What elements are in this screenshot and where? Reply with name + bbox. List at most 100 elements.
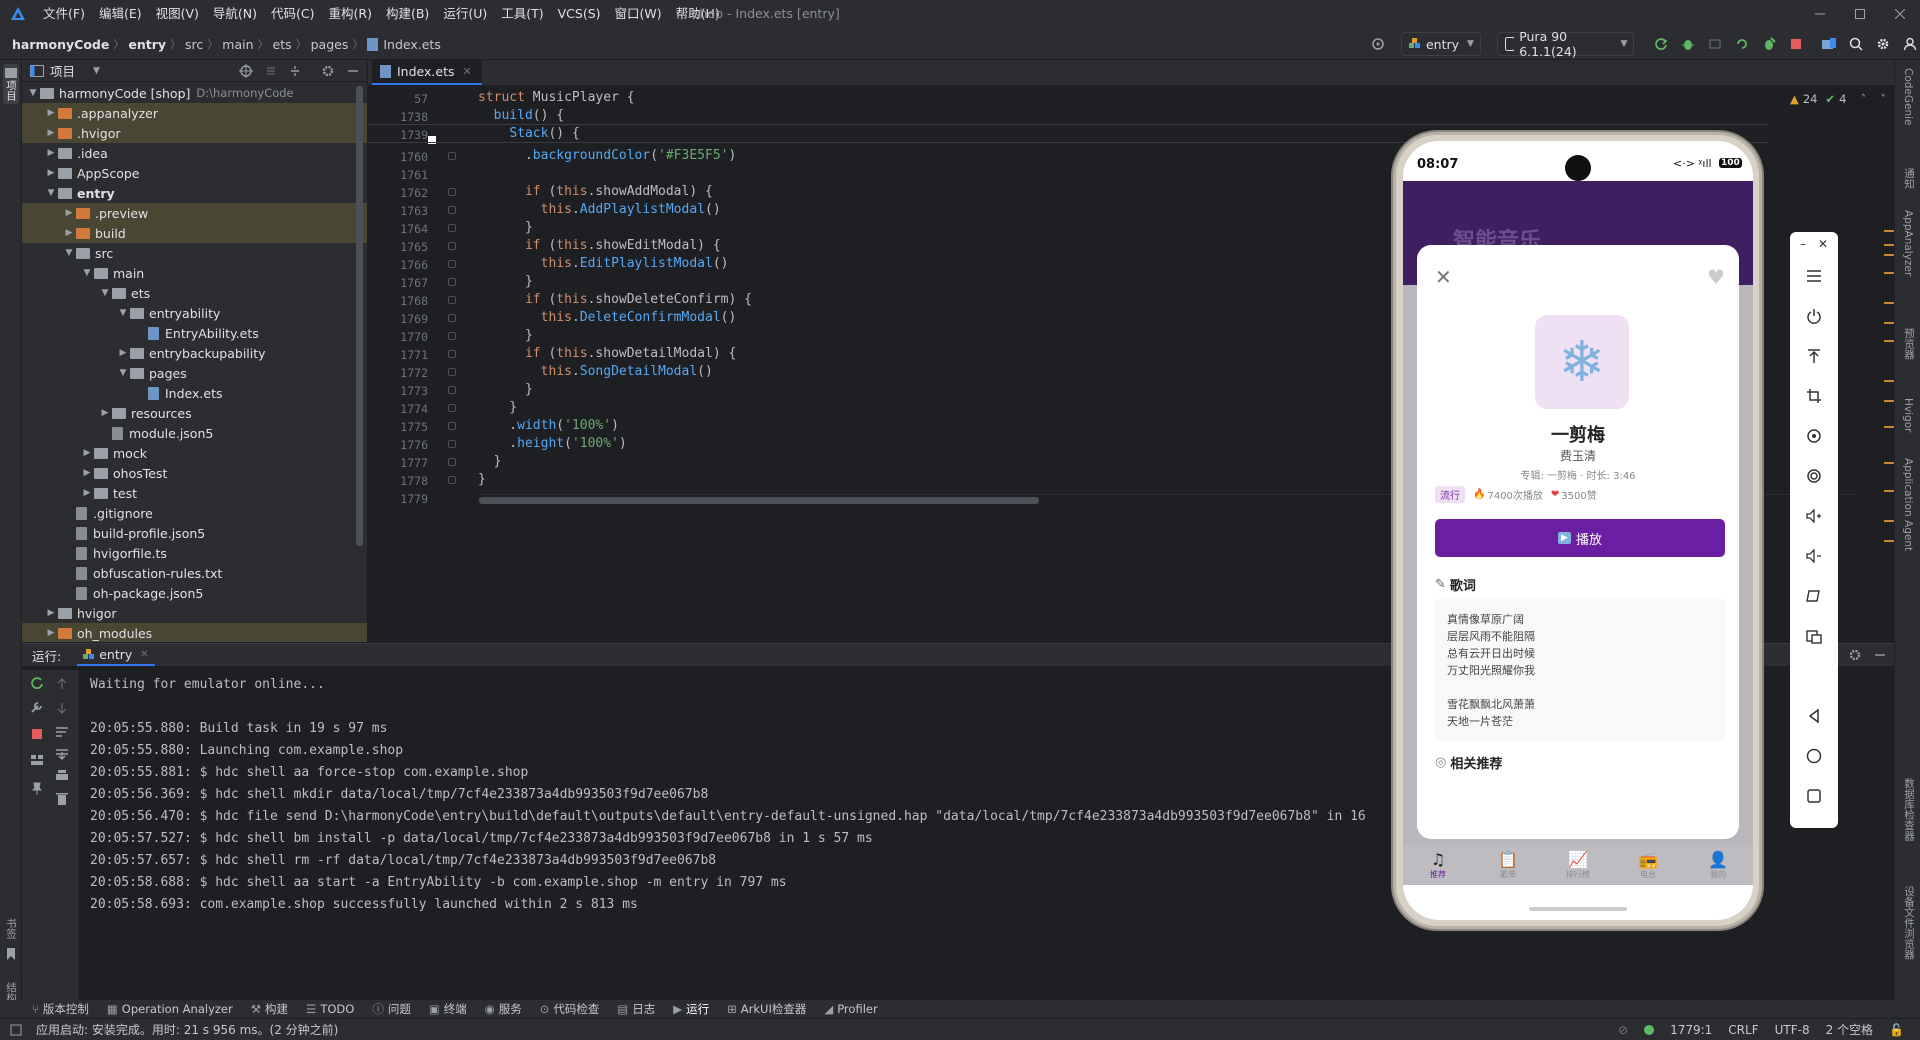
warning-stripe-mark[interactable]	[1884, 520, 1894, 522]
tree-item[interactable]: EntryAbility.ets	[22, 323, 367, 343]
tree-item[interactable]: .gitignore	[22, 503, 367, 523]
warning-stripe-mark[interactable]	[1884, 322, 1894, 324]
warning-stripe-mark[interactable]	[1884, 230, 1894, 232]
tree-item[interactable]: ▶ oh_modules	[22, 623, 367, 642]
attach-debugger-icon[interactable]	[1704, 32, 1725, 56]
gear-icon[interactable]	[321, 64, 335, 78]
line-separator[interactable]: CRLF	[1728, 1023, 1758, 1037]
menu-item[interactable]: 文件(F)	[36, 0, 92, 28]
locate-icon[interactable]	[239, 63, 253, 78]
tree-item[interactable]: ▶ mock	[22, 443, 367, 463]
warning-stripe-mark[interactable]	[1884, 540, 1894, 542]
menu-item[interactable]: 重构(R)	[322, 0, 379, 28]
status-message[interactable]: 应用启动: 安装完成。用时: 21 s 956 ms。(2 分钟之前)	[36, 1021, 338, 1038]
pin-icon[interactable]	[31, 782, 43, 796]
tool-window-button[interactable]: ▶ 运行	[673, 1001, 709, 1017]
phone-tab-2[interactable]: 📈 排行榜	[1543, 845, 1613, 885]
tool-window-button[interactable]: ▣ 终端	[429, 1001, 467, 1017]
tool-window-button[interactable]: ⚒ 构建	[251, 1001, 288, 1017]
fold-marker-icon[interactable]	[448, 404, 456, 412]
phone-tab-4[interactable]: 👤 我的	[1683, 845, 1753, 885]
warning-stripe-mark[interactable]	[1884, 426, 1894, 428]
search-icon[interactable]	[1845, 32, 1866, 56]
tree-item[interactable]: ▶ .idea	[22, 143, 367, 163]
fold-marker-icon[interactable]	[448, 476, 456, 484]
profile-icon[interactable]	[1758, 32, 1779, 56]
screen-record-icon[interactable]	[1790, 616, 1838, 656]
fold-marker-icon[interactable]	[448, 314, 456, 322]
maximize-button[interactable]	[1840, 0, 1880, 28]
right-stripe-notifications[interactable]: 通知	[1902, 168, 1917, 189]
home-icon[interactable]	[1790, 736, 1838, 776]
tree-item[interactable]: ▼ pages	[22, 363, 367, 383]
sync-status-icon[interactable]	[1644, 1024, 1655, 1035]
chevron-down-icon[interactable]: ˅	[1880, 92, 1886, 106]
breadcrumb-item[interactable]: ets	[273, 37, 292, 52]
crop-icon[interactable]	[1790, 376, 1838, 416]
indent-setting[interactable]: 2 个空格	[1826, 1021, 1873, 1038]
tool-window-button[interactable]: ◢ Profiler	[824, 1002, 877, 1016]
phone-tab-3[interactable]: 📻 电台	[1613, 845, 1683, 885]
tree-item[interactable]: ▶ hvigor	[22, 603, 367, 623]
close-window-button[interactable]	[1880, 0, 1920, 28]
warning-stripe-mark[interactable]	[1884, 340, 1894, 342]
fold-marker-icon[interactable]	[448, 278, 456, 286]
emulator-screen[interactable]: 08:07 <·> ᵡıll 100 智能音乐 ✕ ♥ ❄ 一剪梅 费玉清 专辑…	[1403, 141, 1753, 920]
warning-stripe-mark[interactable]	[1884, 272, 1894, 274]
warning-stripe-mark[interactable]	[1884, 400, 1894, 402]
breadcrumb-item[interactable]: pages	[311, 37, 349, 52]
target-icon[interactable]	[1368, 32, 1389, 56]
fold-marker-icon[interactable]	[448, 260, 456, 268]
fold-marker-icon[interactable]	[448, 188, 456, 196]
tool-window-button[interactable]: ◉ 服务	[485, 1001, 522, 1017]
menu-item[interactable]: 代码(C)	[264, 0, 321, 28]
menu-item[interactable]: 运行(U)	[436, 0, 494, 28]
tree-item[interactable]: ▶ resources	[22, 403, 367, 423]
right-stripe-hvigor[interactable]: Hvigor	[1902, 398, 1914, 432]
tree-item[interactable]: obfuscation-rules.txt	[22, 563, 367, 583]
tool-window-button[interactable]: ▦ Operation Analyzer	[107, 1002, 233, 1016]
tree-item[interactable]: ▶ ohosTest	[22, 463, 367, 483]
upload-icon[interactable]	[1790, 336, 1838, 376]
breadcrumb-item[interactable]: src	[185, 37, 203, 52]
horizontal-scrollbar[interactable]	[479, 497, 1039, 504]
close-icon[interactable]: ✕	[1818, 237, 1828, 251]
file-encoding[interactable]: UTF-8	[1775, 1023, 1810, 1037]
fold-marker-icon[interactable]	[448, 422, 456, 430]
fold-marker-icon[interactable]	[448, 242, 456, 250]
tool-window-button[interactable]: ⊙ 代码检查	[540, 1001, 600, 1017]
minimize-icon[interactable]: –	[1800, 237, 1806, 251]
breadcrumb-item[interactable]: main	[222, 37, 253, 52]
fold-marker-icon[interactable]	[448, 350, 456, 358]
menu-item[interactable]: 视图(V)	[149, 0, 206, 28]
gear-icon[interactable]	[1848, 648, 1862, 662]
tree-item[interactable]: ▼ entry	[22, 183, 367, 203]
fold-marker-icon[interactable]	[448, 332, 456, 340]
hide-panel-icon[interactable]	[347, 65, 359, 77]
fold-marker-icon[interactable]	[448, 458, 456, 466]
run-console[interactable]: Waiting for emulator online... 20:05:55.8…	[90, 674, 1366, 916]
tree-item[interactable]: ▶ test	[22, 483, 367, 503]
tree-item[interactable]: ▶ .preview	[22, 203, 367, 223]
tree-item[interactable]: Index.ets	[22, 383, 367, 403]
play-button[interactable]: ▶ 播放	[1435, 519, 1725, 557]
phone-tab-0[interactable]: ♫ 推荐	[1403, 845, 1473, 885]
power-icon[interactable]	[1790, 296, 1838, 336]
tree-item[interactable]: hvigorfile.ts	[22, 543, 367, 563]
tree-item[interactable]: build-profile.json5	[22, 523, 367, 543]
print-icon[interactable]	[55, 770, 69, 782]
rerun-icon[interactable]	[30, 676, 44, 690]
editor-tab-index[interactable]: Index.ets ✕	[372, 59, 482, 85]
device-dropdown[interactable]: Pura 90 6.1.1(24) ▼	[1496, 29, 1635, 59]
fold-marker-icon[interactable]	[448, 440, 456, 448]
fold-marker-icon[interactable]	[448, 152, 456, 160]
collapse-all-icon[interactable]	[289, 65, 301, 77]
tree-item[interactable]: ▼ src	[22, 243, 367, 263]
tree-item[interactable]: ▼ main	[22, 263, 367, 283]
tree-item[interactable]: ▶ .appanalyzer	[22, 103, 367, 123]
right-stripe-appanalyzer[interactable]: AppAnalyzer	[1902, 210, 1914, 276]
close-icon[interactable]: ✕	[463, 65, 472, 78]
warning-stripe-mark[interactable]	[1884, 462, 1894, 464]
account-icon[interactable]	[1899, 32, 1920, 56]
menu-item[interactable]: 窗口(W)	[608, 0, 669, 28]
